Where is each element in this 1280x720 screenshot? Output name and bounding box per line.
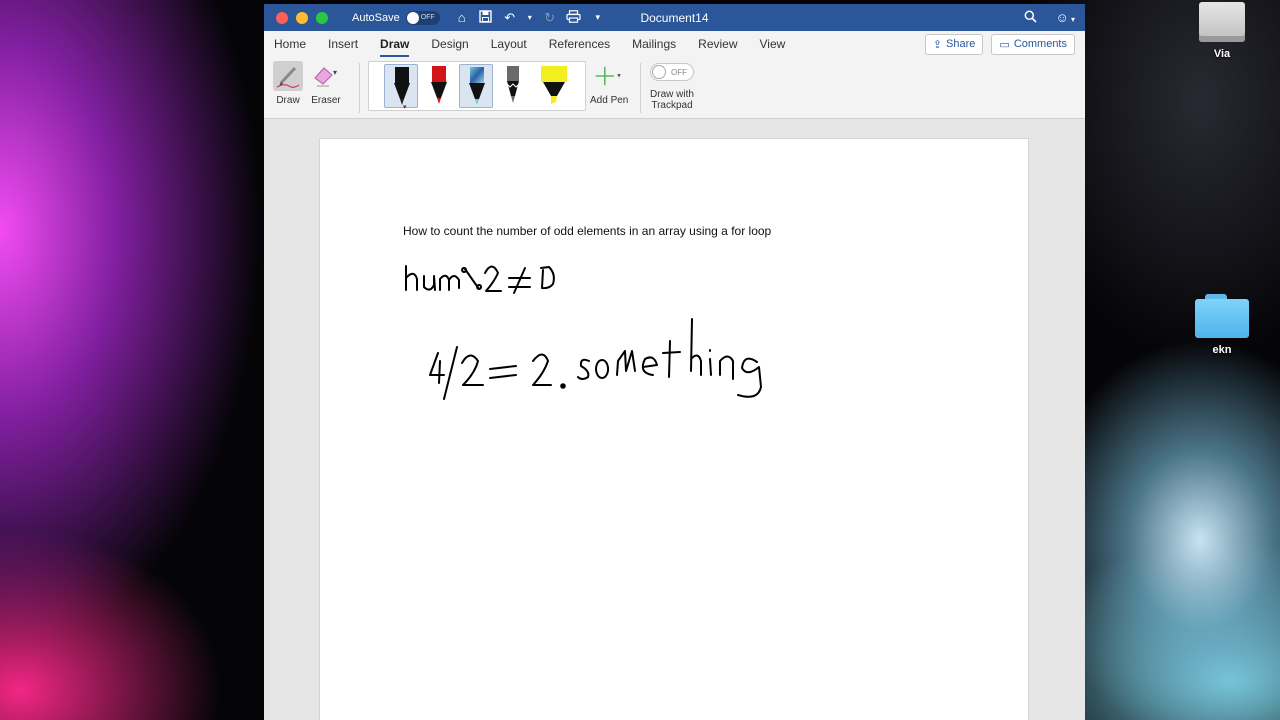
black-pen-button[interactable]: ▾: [384, 64, 418, 111]
autosave-label: AutoSave: [352, 11, 400, 24]
title-bar: AutoSave OFF ⌂ ↶ ▾ ↻ ▾ Document14 ☺ ▾: [264, 4, 1085, 31]
share-label: Share: [946, 38, 976, 50]
autosave-toggle[interactable]: OFF: [405, 10, 440, 25]
close-window-button[interactable]: [276, 11, 288, 24]
ink-line-num-mod-2-not-0: [405, 265, 555, 294]
comments-label: Comments: [1013, 38, 1067, 50]
svg-text:▾: ▾: [403, 103, 407, 111]
tab-insert[interactable]: Insert: [328, 33, 358, 55]
title-bar-right: ☺ ▾: [1024, 10, 1075, 26]
draw-with-trackpad-control[interactable]: OFF Draw with Trackpad: [650, 63, 694, 111]
gray-pencil-button[interactable]: [496, 64, 530, 108]
save-icon[interactable]: [478, 9, 494, 26]
red-pen-button[interactable]: [422, 64, 456, 108]
galaxy-pen-button[interactable]: [459, 64, 493, 108]
ribbon-tabs: Home Insert Draw Design Layout Reference…: [264, 31, 1085, 57]
add-pen-button[interactable]: ▾ Add Pen: [590, 61, 628, 106]
document-canvas[interactable]: How to count the number of odd elements …: [264, 120, 1085, 720]
share-icon: ⇪: [932, 38, 943, 51]
handwritten-ink: [405, 265, 762, 400]
smiley-feedback-icon[interactable]: ☺ ▾: [1055, 10, 1075, 25]
trackpad-toggle[interactable]: OFF: [650, 63, 694, 81]
eraser-icon: ▾: [311, 61, 341, 91]
eraser-tool-button[interactable]: ▾ Eraser: [311, 61, 341, 106]
ribbon-divider: [640, 63, 641, 113]
quick-access-toolbar: ⌂ ↶ ▾ ↻ ▾: [454, 10, 606, 26]
yellow-highlighter-icon: [541, 66, 567, 104]
trackpad-toggle-state: OFF: [671, 67, 687, 77]
autosave-toggle-state: OFF: [420, 14, 435, 21]
trackpad-label-line1: Draw with: [650, 89, 694, 100]
tab-draw[interactable]: Draw: [380, 33, 410, 57]
search-icon[interactable]: [1024, 10, 1038, 26]
tab-design[interactable]: Design: [431, 33, 468, 55]
ink-word-something: [577, 318, 762, 398]
share-button[interactable]: ⇪ Share: [924, 33, 984, 55]
tab-actions: ⇪ Share ▭ Comments: [924, 33, 1075, 55]
undo-dropdown-icon[interactable]: ▾: [526, 13, 534, 22]
tab-layout[interactable]: Layout: [491, 33, 527, 55]
redo-icon[interactable]: ↻: [542, 10, 558, 26]
tab-references[interactable]: References: [549, 33, 610, 55]
window-controls: [276, 11, 328, 24]
red-pen-icon: [431, 66, 447, 104]
comment-icon: ▭: [999, 38, 1010, 51]
add-pen-label: Add Pen: [590, 95, 629, 106]
home-icon[interactable]: ⌂: [454, 10, 470, 25]
tab-home[interactable]: Home: [274, 33, 306, 55]
trackpad-label-line2: Trackpad: [651, 100, 693, 111]
draw-pencil-icon: [273, 61, 303, 91]
draw-tool-label: Draw: [276, 95, 300, 106]
desktop-icon-ekn[interactable]: ekn: [1177, 294, 1267, 356]
gray-pencil-icon: [506, 66, 520, 103]
ink-line-4-div-2-equals: [429, 346, 566, 400]
black-pen-icon: ▾: [394, 67, 410, 111]
pen-gallery: ▾: [368, 61, 586, 111]
folder-icon: [1195, 294, 1249, 338]
comments-button[interactable]: ▭ Comments: [991, 33, 1075, 55]
svg-text:▾: ▾: [618, 72, 622, 80]
print-icon[interactable]: [566, 9, 582, 26]
desktop-icon-label: ekn: [1212, 344, 1232, 356]
desktop-icon-via[interactable]: Via: [1177, 2, 1267, 60]
yellow-highlighter-button[interactable]: [533, 64, 567, 108]
galaxy-pen-icon: [469, 67, 485, 105]
maximize-window-button[interactable]: [316, 11, 328, 24]
draw-tool-button[interactable]: Draw: [273, 61, 303, 106]
document-page[interactable]: How to count the number of odd elements …: [319, 138, 1029, 720]
undo-icon[interactable]: ↶: [502, 10, 518, 26]
tab-review[interactable]: Review: [698, 33, 737, 55]
drive-icon: [1199, 2, 1245, 42]
svg-text:▾: ▾: [333, 68, 337, 77]
eraser-tool-label: Eraser: [311, 95, 341, 106]
add-pen-icon: ▾: [594, 61, 624, 91]
minimize-window-button[interactable]: [296, 11, 308, 24]
tab-mailings[interactable]: Mailings: [632, 33, 676, 55]
ribbon-divider: [359, 63, 360, 113]
draw-ribbon: Draw ▾ Eraser ▾ ▾ Add Pen OFF Draw with …: [264, 57, 1085, 119]
word-window: AutoSave OFF ⌂ ↶ ▾ ↻ ▾ Document14 ☺ ▾ Ho…: [264, 4, 1085, 720]
customize-toolbar-icon[interactable]: ▾: [590, 12, 606, 23]
desktop-icon-label: Via: [1213, 48, 1231, 60]
tab-view[interactable]: View: [760, 33, 786, 55]
